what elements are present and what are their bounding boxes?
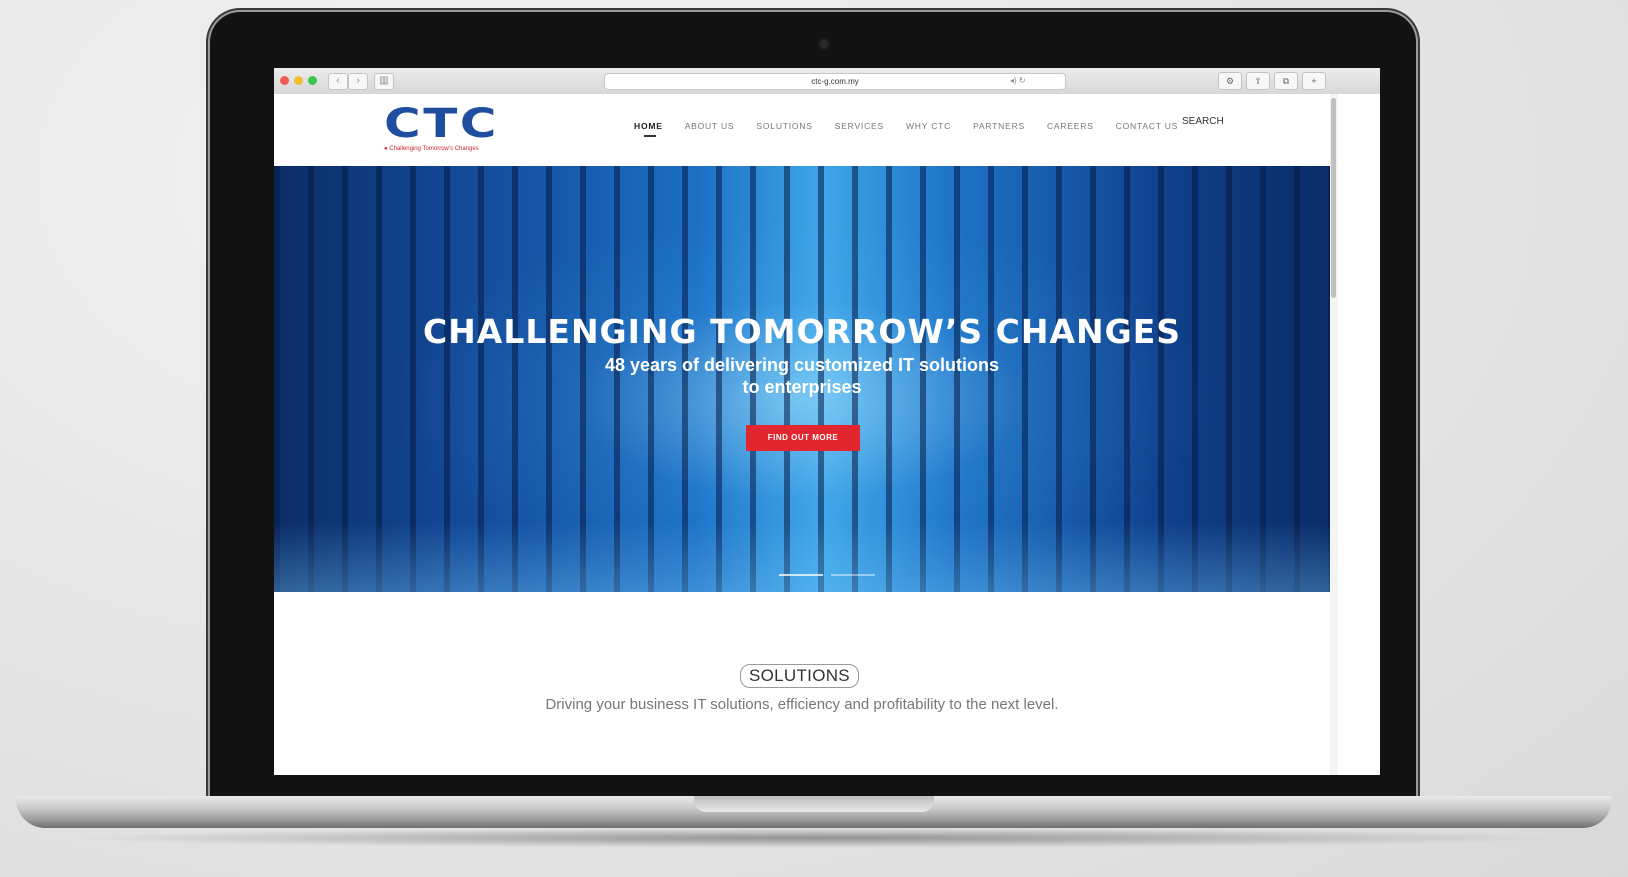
forward-icon[interactable]: ›	[348, 73, 368, 90]
share-icon[interactable]: ⇧	[1246, 72, 1270, 90]
nav-partners[interactable]: PARTNERS	[973, 121, 1025, 131]
sidebar-icon[interactable]: ▥	[374, 73, 394, 90]
nav-solutions[interactable]: SOLUTIONS	[756, 121, 812, 131]
slide-indicator-1[interactable]	[779, 574, 823, 576]
nav-home[interactable]: HOME	[634, 121, 663, 137]
slider-indicators	[779, 574, 875, 576]
main-nav: HOME ABOUT US SOLUTIONS SERVICES WHY CTC…	[634, 121, 1200, 137]
hero-subtitle-line2: to enterprises	[742, 377, 862, 397]
browser-window: ‹ › ▥ ctc-g.com.my ◂) ↻ ⚙ ⇧ ⧉ + CTC ● Ch…	[274, 68, 1380, 775]
laptop-notch	[694, 796, 934, 812]
nav-services[interactable]: SERVICES	[835, 121, 884, 131]
nav-contact-us[interactable]: CONTACT US	[1116, 121, 1178, 131]
minimize-window-button[interactable]	[294, 76, 303, 85]
maximize-window-button[interactable]	[308, 76, 317, 85]
webcam	[818, 38, 830, 50]
site-header: CTC ● Challenging Tomorrow's Changes HOM…	[274, 94, 1380, 166]
hero-title: CHALLENGING TOMORROW’S CHANGES	[422, 312, 1182, 351]
laptop-shadow	[60, 828, 1568, 848]
address-bar[interactable]: ctc-g.com.my	[604, 73, 1066, 90]
close-window-button[interactable]	[280, 76, 289, 85]
browser-toolbar: ‹ › ▥ ctc-g.com.my ◂) ↻ ⚙ ⇧ ⧉ +	[274, 68, 1380, 95]
nav-why-ctc[interactable]: WHY CTC	[906, 121, 951, 131]
back-icon[interactable]: ‹	[328, 73, 348, 90]
nav-about-us[interactable]: ABOUT US	[685, 121, 735, 131]
tabs-icon[interactable]: ⧉	[1274, 72, 1298, 90]
page-scrollbar[interactable]	[1330, 94, 1338, 775]
logo-wordmark: CTC	[384, 101, 499, 147]
slide-indicator-2[interactable]	[831, 574, 875, 576]
hero-subtitle-line1: 48 years of delivering customized IT sol…	[604, 355, 1000, 375]
find-out-more-button[interactable]: FIND OUT MORE	[746, 425, 860, 451]
site-logo[interactable]: CTC ● Challenging Tomorrow's Changes	[384, 104, 497, 152]
search-link[interactable]: SEARCH	[1182, 116, 1224, 127]
hero-subtitle: 48 years of delivering customized IT sol…	[274, 354, 1330, 398]
settings-icon[interactable]: ⚙	[1218, 72, 1242, 90]
solutions-heading: SOLUTIONS	[740, 664, 859, 688]
hero-banner: CHALLENGING TOMORROW’S CHANGES 48 years …	[274, 166, 1330, 592]
reload-icon[interactable]: ◂) ↻	[1010, 73, 1026, 88]
solutions-subtitle: Driving your business IT solutions, effi…	[545, 696, 1059, 713]
nav-careers[interactable]: CAREERS	[1047, 121, 1094, 131]
scrollbar-thumb[interactable]	[1331, 98, 1336, 298]
new-tab-icon[interactable]: +	[1302, 72, 1326, 90]
